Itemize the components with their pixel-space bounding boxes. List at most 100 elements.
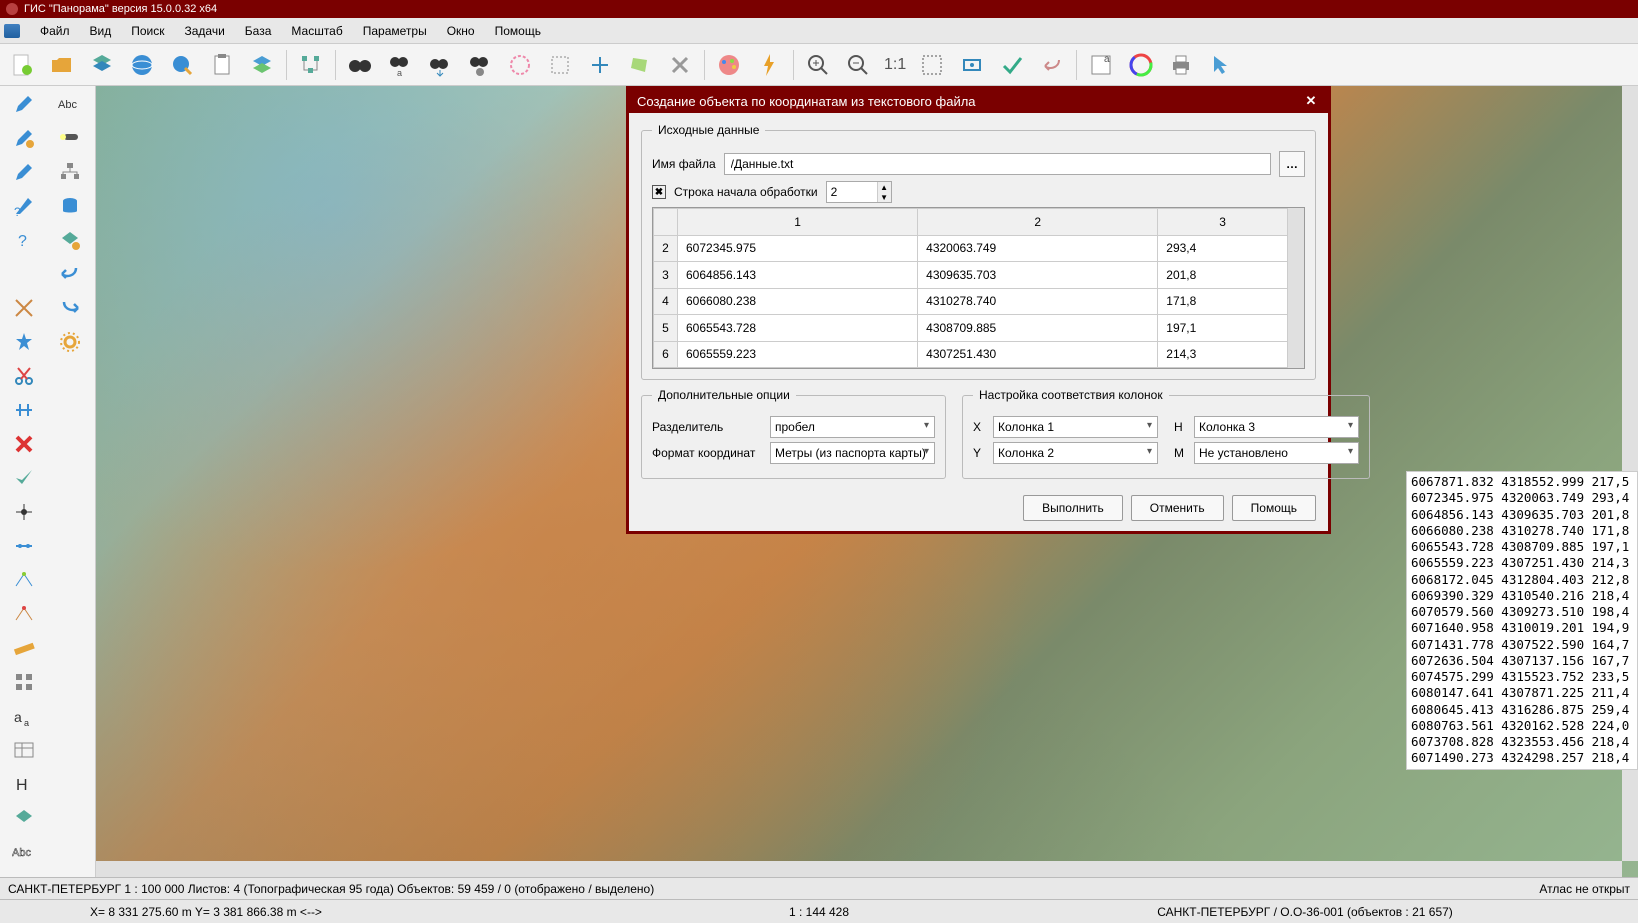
- chevron-up-icon[interactable]: ▲: [877, 182, 891, 192]
- bolt-icon[interactable]: [751, 47, 787, 83]
- layers-icon[interactable]: [244, 47, 280, 83]
- zoom-in-icon[interactable]: [800, 47, 836, 83]
- run-button[interactable]: Выполнить: [1023, 495, 1123, 521]
- flashlight-icon[interactable]: [48, 122, 92, 154]
- menu-help[interactable]: Помощь: [485, 20, 551, 42]
- scissors-icon[interactable]: [2, 360, 46, 392]
- scrollbar-horizontal[interactable]: [96, 861, 1622, 877]
- extent-icon[interactable]: [914, 47, 950, 83]
- grid-icon[interactable]: [2, 666, 46, 698]
- redo-blue-icon[interactable]: [48, 292, 92, 324]
- list-item: 6066080.238 4310278.740 171,8: [1411, 523, 1633, 539]
- align-icon[interactable]: [2, 394, 46, 426]
- tree-icon[interactable]: [293, 47, 329, 83]
- menu-view[interactable]: Вид: [80, 20, 122, 42]
- snap-icon[interactable]: [2, 530, 46, 562]
- m-select[interactable]: [1194, 442, 1359, 464]
- pencil-edit-icon[interactable]: [2, 122, 46, 154]
- new-document-icon[interactable]: [4, 47, 40, 83]
- palette-icon[interactable]: [711, 47, 747, 83]
- clipboard-icon[interactable]: [204, 47, 240, 83]
- delete-x-icon[interactable]: [2, 428, 46, 460]
- check-icon[interactable]: [994, 47, 1030, 83]
- h-select[interactable]: [1194, 416, 1359, 438]
- find-text-icon[interactable]: a: [382, 47, 418, 83]
- grid-scrollbar[interactable]: [1288, 208, 1304, 368]
- list-item: 6071431.778 4307522.590 164,7: [1411, 637, 1633, 653]
- frame-icon[interactable]: [954, 47, 990, 83]
- scale-1-1-label[interactable]: 1:1: [880, 56, 910, 74]
- list-item: 6072636.504 4307137.156 167,7: [1411, 653, 1633, 669]
- green-check-icon[interactable]: [2, 462, 46, 494]
- pencil-help-icon[interactable]: ?: [2, 224, 46, 256]
- pencil-question-icon[interactable]: ?: [2, 190, 46, 222]
- layers-stack-icon[interactable]: [84, 47, 120, 83]
- zoom-out-icon[interactable]: [840, 47, 876, 83]
- menu-search[interactable]: Поиск: [121, 20, 174, 42]
- gear-icon[interactable]: [48, 326, 92, 358]
- menu-file[interactable]: Файл: [30, 20, 80, 42]
- y-select[interactable]: [993, 442, 1158, 464]
- table-row: 46066080.2384310278.740171,8: [654, 288, 1288, 315]
- app-icon: [6, 3, 18, 15]
- cross-tools-icon[interactable]: [2, 292, 46, 324]
- ruler-icon[interactable]: [2, 632, 46, 664]
- browse-button[interactable]: …: [1279, 151, 1305, 177]
- color-wheel-icon[interactable]: [1123, 47, 1159, 83]
- globe-icon[interactable]: [124, 47, 160, 83]
- node-icon[interactable]: [2, 496, 46, 528]
- layer-green-icon[interactable]: [2, 802, 46, 834]
- delim-select[interactable]: [770, 416, 935, 438]
- menu-scale[interactable]: Масштаб: [281, 20, 352, 42]
- add-point-icon[interactable]: [582, 47, 618, 83]
- file-input[interactable]: [724, 153, 1271, 175]
- menu-params[interactable]: Параметры: [353, 20, 437, 42]
- pencil-blue-icon[interactable]: [2, 88, 46, 120]
- help-button[interactable]: Помощь: [1232, 495, 1316, 521]
- find-settings-icon[interactable]: [462, 47, 498, 83]
- vertex-del-icon[interactable]: [2, 598, 46, 630]
- menu-window[interactable]: Окно: [437, 20, 485, 42]
- pencil-dot-icon[interactable]: [2, 156, 46, 188]
- table-tool-icon[interactable]: [2, 734, 46, 766]
- chevron-down-icon[interactable]: ▼: [877, 192, 891, 202]
- find-next-icon[interactable]: [422, 47, 458, 83]
- open-folder-icon[interactable]: [44, 47, 80, 83]
- window-title: ГИС "Панорама" версия 15.0.0.32 x64: [24, 3, 217, 15]
- menu-bar: Файл Вид Поиск Задачи База Масштаб Парам…: [0, 18, 1638, 44]
- cancel-button[interactable]: Отменить: [1131, 495, 1224, 521]
- close-icon[interactable]: ✕: [1302, 92, 1320, 110]
- text-size-icon[interactable]: aa: [2, 700, 46, 732]
- delete-selection-icon[interactable]: [662, 47, 698, 83]
- cursor-icon[interactable]: [1203, 47, 1239, 83]
- db-icon[interactable]: [48, 190, 92, 222]
- rowstart-checkbox[interactable]: ✖: [652, 185, 666, 199]
- svg-text:Abc: Abc: [58, 99, 77, 111]
- star-icon[interactable]: [2, 326, 46, 358]
- fmt-select[interactable]: [770, 442, 935, 464]
- x-select[interactable]: [993, 416, 1158, 438]
- form-icon[interactable]: a: [1083, 47, 1119, 83]
- abc-outline-icon[interactable]: Abc: [2, 836, 46, 868]
- menu-tasks[interactable]: Задачи: [175, 20, 235, 42]
- binoculars-icon[interactable]: [342, 47, 378, 83]
- undo-icon[interactable]: [1034, 47, 1070, 83]
- abc-fill-icon[interactable]: Abc: [48, 88, 92, 120]
- menu-db[interactable]: База: [235, 20, 282, 42]
- print-icon[interactable]: [1163, 47, 1199, 83]
- rowstart-spinner[interactable]: ▲▼: [826, 181, 892, 203]
- polygon-select-icon[interactable]: [622, 47, 658, 83]
- globe-edit-icon[interactable]: [164, 47, 200, 83]
- undo-blue-icon[interactable]: [48, 258, 92, 290]
- layer-edit-icon[interactable]: [48, 224, 92, 256]
- source-legend: Исходные данные: [652, 123, 765, 137]
- map-canvas[interactable]: Создание объекта по координатам из текст…: [96, 86, 1638, 877]
- vertex-add-icon[interactable]: [2, 564, 46, 596]
- data-preview-table[interactable]: 123 26072345.9754320063.749293,4 3606485…: [652, 207, 1305, 369]
- org-chart-icon[interactable]: [48, 156, 92, 188]
- dialog-titlebar[interactable]: Создание объекта по координатам из текст…: [629, 89, 1328, 113]
- lasso-icon[interactable]: [502, 47, 538, 83]
- font-h-icon[interactable]: H: [2, 768, 46, 800]
- select-rect-icon[interactable]: [542, 47, 578, 83]
- status-scale: 1 : 144 428: [576, 905, 1062, 919]
